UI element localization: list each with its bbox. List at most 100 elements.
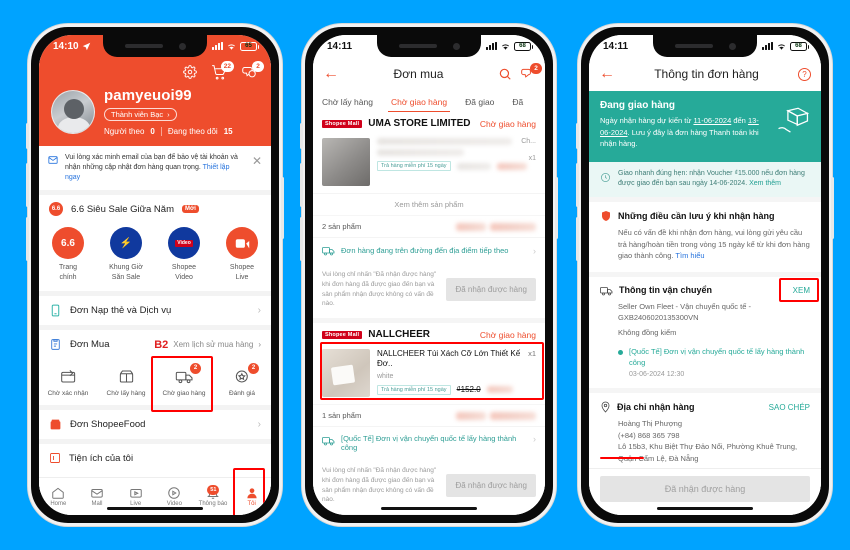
- tab-label: Home: [50, 501, 67, 507]
- email-verify-banner[interactable]: Vui lòng xác minh email của bạn để bảo v…: [39, 146, 271, 191]
- order1-product-row[interactable]: Ch... Trả hàng miễn phí 15 ngày x1: [313, 133, 545, 193]
- footer-received-button[interactable]: Đã nhận được hàng: [600, 476, 810, 502]
- address-title: Địa chỉ nhận hàng: [617, 402, 695, 413]
- member-tier-chip[interactable]: Thành viên Bạc ›: [104, 108, 177, 121]
- phone-card-icon: [49, 304, 62, 317]
- order-status-label: Chờ giao hàng: [162, 390, 206, 398]
- address-copy-action[interactable]: SAO CHÉP: [769, 403, 810, 412]
- free-return-tag: Trả hàng miễn phí 15 ngày: [377, 161, 451, 171]
- notes-link[interactable]: Tìm hiểu: [675, 251, 704, 260]
- cart-icon[interactable]: 22: [211, 60, 234, 80]
- orders-history[interactable]: B2 Xem lịch sử mua hàng ›: [154, 339, 261, 351]
- order2-product-row[interactable]: NALLCHEER Túi Xách Cỡ Lớn Thiết Kế Đơ.. …: [313, 344, 545, 404]
- profile-user-block[interactable]: pamyeuoi99 Thành viên Bạc › Người theo 0…: [51, 87, 259, 136]
- quick-link-shopee-live[interactable]: Shopee Live: [213, 227, 271, 282]
- phone2-volume-down-button[interactable]: [300, 217, 303, 261]
- followers-label: Người theo: [104, 127, 145, 136]
- order1-received-button[interactable]: Đã nhận được hàng: [446, 278, 536, 301]
- tab-da-partial[interactable]: Đã: [503, 93, 532, 112]
- order-status-danh-gia[interactable]: 2 Đánh giá: [213, 363, 271, 397]
- chat-icon[interactable]: 2: [241, 60, 264, 80]
- chat-icon[interactable]: 2: [520, 63, 542, 81]
- order1-right-label: Ch...: [521, 138, 536, 145]
- tab-cho-lay-hang[interactable]: Chờ lấy hàng: [313, 93, 382, 112]
- follow-stats: Người theo 0 Đang theo dõi 15: [104, 127, 233, 136]
- earpiece-speaker: [674, 44, 713, 48]
- phone1-volume-up-button[interactable]: [26, 163, 29, 207]
- voucher-notice[interactable]: Giao nhanh đúng hẹn: nhận Voucher ₫15.00…: [589, 161, 821, 197]
- tab-home[interactable]: Home: [39, 486, 78, 507]
- order1-shop-row[interactable]: Shopee Mall UMA STORE LIMITED Chờ giao h…: [313, 112, 545, 133]
- total-label-blurred: [456, 411, 486, 420]
- wifi-icon: [228, 43, 235, 50]
- search-icon[interactable]: [498, 67, 512, 81]
- shopeefood-row[interactable]: Đơn ShopeeFood ›: [39, 410, 271, 439]
- phone3-power-button[interactable]: [831, 177, 834, 239]
- phone1-mute-button[interactable]: [26, 123, 29, 149]
- order-status-cho-giao-hang[interactable]: 2 Chờ giao hàng: [155, 363, 213, 398]
- chevron-right-icon: ›: [257, 305, 261, 317]
- back-arrow-icon[interactable]: ←: [323, 66, 339, 82]
- tab-cho-giao-hang[interactable]: Chờ giao hàng: [382, 93, 456, 112]
- tab-mall[interactable]: Mall: [78, 486, 117, 507]
- phone2-content: ← Đơn mua 2 Chờ lấy hàng Chờ giao hàng Đ…: [313, 57, 545, 515]
- voucher-link[interactable]: Xem thêm: [749, 180, 781, 187]
- chevron-right-icon: ›: [258, 340, 261, 350]
- order-status-cho-lay-hang[interactable]: Chờ lấy hàng: [97, 365, 155, 397]
- gear-icon[interactable]: [183, 65, 197, 79]
- order-status-badge: 2: [248, 363, 259, 375]
- phone3-mute-button[interactable]: [576, 123, 579, 149]
- order1-view-more[interactable]: Xem thêm sản phẩm: [313, 193, 545, 215]
- package-hand-icon: [776, 106, 810, 150]
- phone2-power-button[interactable]: [555, 177, 558, 239]
- phone3-volume-up-button[interactable]: [576, 163, 579, 207]
- shopeefood-icon: [49, 418, 62, 431]
- order2-received-button[interactable]: Đã nhận được hàng: [446, 474, 536, 497]
- order2-tracking-text: [Quốc Tế] Đơn vị vận chuyển quốc tế lấy …: [341, 434, 517, 452]
- following-count: 15: [223, 127, 233, 136]
- back-arrow-icon[interactable]: ←: [599, 66, 615, 82]
- address-header: Địa chỉ nhận hàng SAO CHÉP: [600, 401, 810, 413]
- product-title: NALLCHEER Túi Xách Cỡ Lớn Thiết Kế Đơ..: [377, 349, 521, 369]
- quick-link-shopee-video[interactable]: Video Shopee Video: [155, 227, 213, 282]
- shop-name: UMA STORE LIMITED: [368, 118, 471, 129]
- wifi-icon: [502, 43, 509, 50]
- tab-thong-bao[interactable]: 51 Thông báo: [194, 485, 233, 507]
- phone1-volume-down-button[interactable]: [26, 217, 29, 261]
- phone2-mute-button[interactable]: [300, 123, 303, 149]
- order-card-uma[interactable]: Shopee Mall UMA STORE LIMITED Chờ giao h…: [313, 112, 545, 318]
- order-status-cho-xac-nhan[interactable]: Chờ xác nhận: [39, 365, 97, 397]
- phone3-volume-down-button[interactable]: [576, 217, 579, 261]
- order-card-nallcheer[interactable]: Shopee Mall NALLCHEER Chờ giao hàng NALL…: [313, 323, 545, 514]
- shopee-live-icon: [226, 227, 258, 260]
- quick-link-label: Trang: [58, 264, 78, 272]
- shipping-view-action[interactable]: XEM: [793, 286, 810, 295]
- followers-count: 0: [150, 127, 155, 136]
- truck-icon: [322, 435, 335, 446]
- tab-toi[interactable]: Tôi: [232, 486, 271, 507]
- order-status-text: Chờ giao hàng: [479, 329, 536, 340]
- tab-da-giao[interactable]: Đã giao: [456, 93, 503, 112]
- quick-link-sublabel: Video: [175, 273, 193, 281]
- phone1-power-button[interactable]: [281, 177, 284, 239]
- order2-shop-row[interactable]: Shopee Mall NALLCHEER Chờ giao hàng: [313, 323, 545, 344]
- order2-note: Vui lòng chỉ nhấn "Đã nhận được hàng" kh…: [322, 467, 437, 504]
- sale-row[interactable]: 6.6 6.6 Siêu Sale Giữa Năm Mới: [39, 195, 271, 223]
- sale-new-tag: Mới: [182, 205, 199, 214]
- order2-product-bottom: Trả hàng miễn phí 15 ngày ₫152.0: [377, 384, 536, 395]
- quick-link-khung-gio[interactable]: ⚡ Khung Giờ Săn Sale: [97, 227, 155, 282]
- quick-link-trang-chinh[interactable]: 6.6 Trang chính: [39, 227, 97, 282]
- close-icon[interactable]: ✕: [252, 153, 262, 170]
- tab-live[interactable]: Live: [116, 486, 155, 507]
- phone2-volume-up-button[interactable]: [300, 163, 303, 207]
- video-icon: [168, 487, 181, 499]
- pin-icon: [600, 401, 611, 413]
- order1-tracking-row[interactable]: Đơn hàng đang trên đường đến địa điểm ti…: [313, 237, 545, 263]
- topup-row[interactable]: Đơn Nạp thẻ và Dịch vụ ›: [39, 296, 271, 325]
- question-icon[interactable]: ?: [798, 67, 811, 81]
- order2-tracking-row[interactable]: [Quốc Tế] Đơn vị vận chuyển quốc tế lấy …: [313, 426, 545, 459]
- shop-name: NALLCHEER: [368, 329, 430, 340]
- tab-video[interactable]: Video: [155, 486, 194, 507]
- eta-date-from: 11-06-2024: [693, 116, 732, 125]
- avatar[interactable]: [51, 89, 95, 134]
